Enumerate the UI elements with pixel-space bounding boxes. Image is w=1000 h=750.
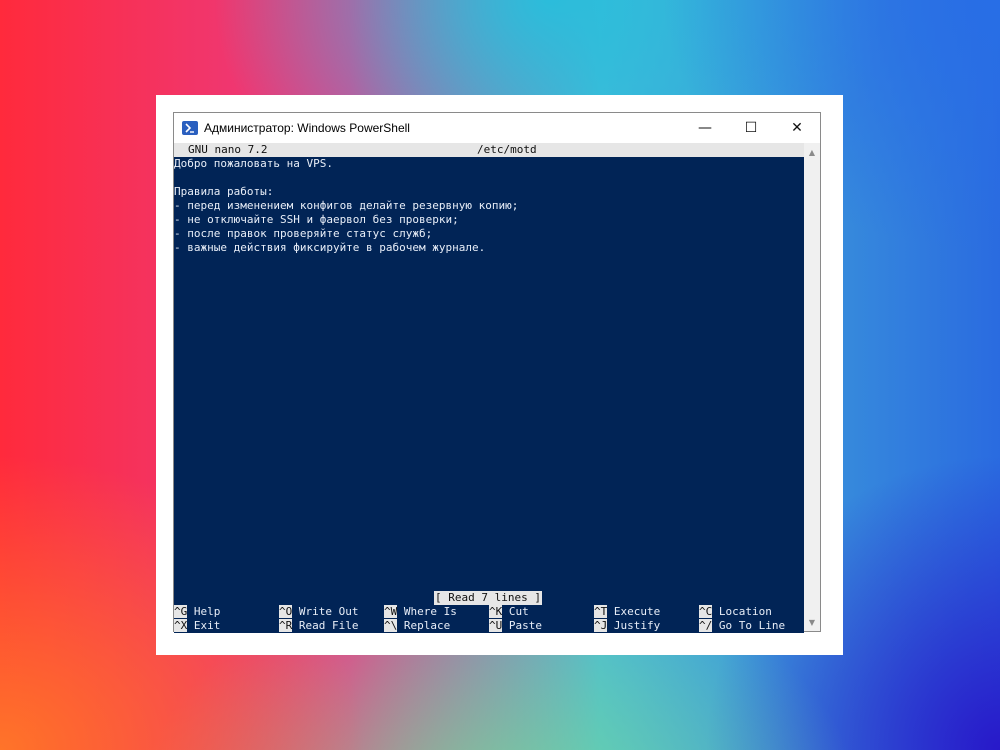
shortcut-key: ^U xyxy=(489,619,503,632)
shortcut-key: ^/ xyxy=(699,619,713,632)
nano-version: GNU nano 7.2 xyxy=(188,143,268,156)
shortcut-key: ^O xyxy=(279,605,293,618)
shortcut-label: Where Is xyxy=(403,605,457,618)
console-area[interactable]: GNU nano 7.2 /etc/motd Добро пожаловать … xyxy=(174,143,804,633)
editor-line: - перед изменением конфигов делайте резе… xyxy=(174,199,519,212)
shortcut-write-out[interactable]: ^O Write Out xyxy=(279,605,358,619)
shortcut-read-file[interactable]: ^R Read File xyxy=(279,619,358,633)
editor-line: Добро пожаловать на VPS. xyxy=(174,157,333,170)
shortcut-label: Cut xyxy=(508,605,529,618)
title-bar[interactable]: Администратор: Windows PowerShell — ☐ ✕ xyxy=(174,113,820,143)
shortcut-key: ^W xyxy=(384,605,398,618)
shortcut-key: ^J xyxy=(594,619,608,632)
shortcut-help[interactable]: ^G Help xyxy=(174,605,220,619)
scroll-down-icon[interactable]: ▼ xyxy=(804,615,820,629)
shortcut-key: ^C xyxy=(699,605,713,618)
shortcut-key: ^G xyxy=(174,605,188,618)
minimize-icon: — xyxy=(698,120,712,136)
shortcut-label: Read File xyxy=(298,619,359,632)
shortcut-key: ^R xyxy=(279,619,293,632)
shortcut-justify[interactable]: ^J Justify xyxy=(594,619,660,633)
scroll-up-icon[interactable]: ▲ xyxy=(804,145,820,159)
shortcut-where-is[interactable]: ^W Where Is xyxy=(384,605,457,619)
shortcut-label: Replace xyxy=(403,619,451,632)
shortcut-exit[interactable]: ^X Exit xyxy=(174,619,220,633)
shortcut-key: ^T xyxy=(594,605,608,618)
shortcut-label: Write Out xyxy=(298,605,359,618)
shortcut-cut[interactable]: ^K Cut xyxy=(489,605,529,619)
status-message: [ Read 7 lines ] xyxy=(434,591,542,605)
shortcut-key: ^\ xyxy=(384,619,398,632)
editor-line: - после правок проверяйте статус служб; xyxy=(174,227,433,240)
shortcut-row-1: ^G Help ^O Write Out ^W Where Is ^K Cut … xyxy=(174,605,804,619)
editor-line: Правила работы: xyxy=(174,185,274,198)
powershell-window: Администратор: Windows PowerShell — ☐ ✕ … xyxy=(173,112,821,633)
shortcut-label: Paste xyxy=(508,619,542,632)
vertical-scrollbar[interactable]: ▲ ▼ xyxy=(804,143,820,631)
maximize-button[interactable]: ☐ xyxy=(728,113,774,143)
shortcut-row-2: ^X Exit ^R Read File ^\ Replace ^U Paste… xyxy=(174,619,804,633)
shortcut-label: Go To Line xyxy=(718,619,786,632)
shortcut-go-to-line[interactable]: ^/ Go To Line xyxy=(699,619,785,633)
shortcut-paste[interactable]: ^U Paste xyxy=(489,619,542,633)
shortcut-key: ^X xyxy=(174,619,188,632)
shortcut-label: Exit xyxy=(193,619,221,632)
powershell-icon xyxy=(182,121,198,135)
shortcut-key: ^K xyxy=(489,605,503,618)
editor-line: - важные действия фиксируйте в рабочем ж… xyxy=(174,241,486,254)
close-icon: ✕ xyxy=(791,120,803,136)
shortcut-label: Location xyxy=(718,605,772,618)
shortcut-replace[interactable]: ^\ Replace xyxy=(384,619,450,633)
shortcut-label: Help xyxy=(193,605,221,618)
window-title: Администратор: Windows PowerShell xyxy=(204,121,410,135)
shortcut-execute[interactable]: ^T Execute xyxy=(594,605,660,619)
nano-header-bar: GNU nano 7.2 /etc/motd xyxy=(174,143,804,157)
maximize-icon: ☐ xyxy=(744,120,758,136)
shortcut-location[interactable]: ^C Location xyxy=(699,605,772,619)
minimize-button[interactable]: — xyxy=(682,113,728,143)
shortcut-label: Execute xyxy=(613,605,661,618)
shortcut-label: Justify xyxy=(613,619,661,632)
editor-line: - не отключайте SSH и фаервол без провер… xyxy=(174,213,459,226)
nano-filename: /etc/motd xyxy=(477,143,537,156)
close-button[interactable]: ✕ xyxy=(774,113,820,143)
